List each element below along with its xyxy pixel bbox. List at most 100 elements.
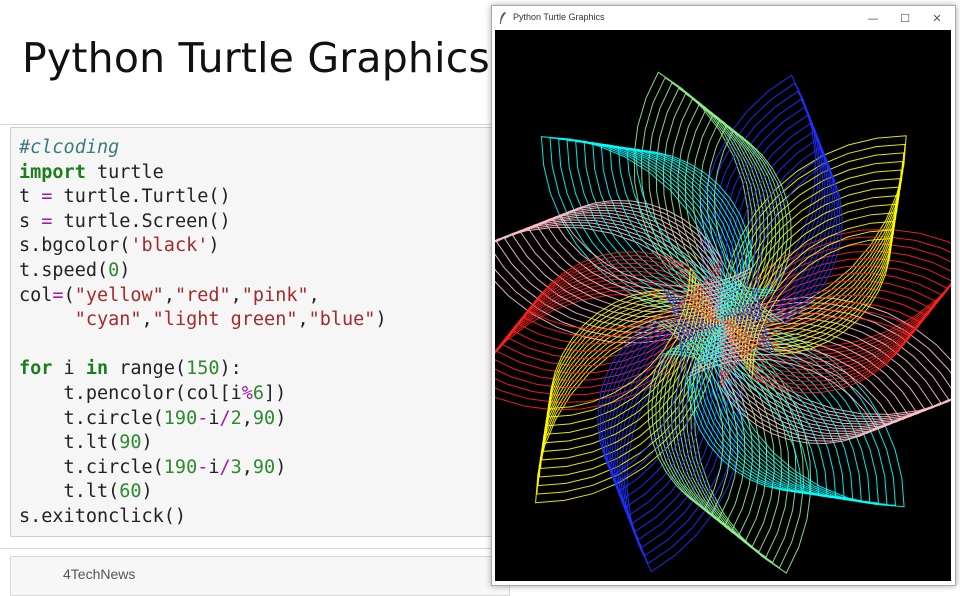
code-token: 'black' (130, 235, 209, 257)
code-line: col=("yellow","red","pink", (19, 284, 387, 309)
code-line: t.lt(60) (19, 480, 387, 505)
code-token: 190 (163, 456, 198, 478)
code-token: 6 (252, 382, 265, 404)
code-token: "blue" (308, 309, 376, 331)
footer-label: 4TechNews (63, 566, 136, 582)
code-token: , (297, 309, 309, 331)
code-panel: #clcoding import turtle t = turtle.Turtle(… (10, 127, 510, 537)
code-line: "cyan","light green","blue") (19, 308, 387, 333)
code-token: ( (63, 284, 75, 306)
slide-title: Python Turtle Graphics (22, 34, 490, 82)
code-token: t.lt( (19, 432, 120, 454)
code-token: 2 (230, 407, 242, 429)
code-line: t.circle(190-i/3,90) (19, 456, 387, 481)
code-token: i (52, 358, 86, 380)
code-token: = (41, 210, 53, 232)
code-token: in (85, 358, 109, 380)
code-token: s.bgcolor( (19, 235, 131, 257)
code-line: #clcoding (19, 136, 387, 161)
code-token: / (219, 456, 231, 478)
code-token: i (208, 407, 220, 429)
code-token: "light green" (152, 309, 298, 331)
code-line: t.speed(0) (19, 259, 387, 284)
code-token: ) (141, 481, 153, 503)
code-token: % (241, 382, 253, 404)
turtle-canvas[interactable] (495, 30, 951, 581)
close-button[interactable]: ✕ (922, 8, 952, 28)
code-token: 150 (186, 358, 220, 380)
code-token: - (197, 407, 209, 429)
code-token: 60 (119, 481, 142, 503)
code-token: ): (219, 358, 242, 380)
code-line: t.pencolor(col[i%6]) (19, 382, 387, 407)
feather-icon (500, 12, 506, 24)
code-line: t.lt(90) (19, 431, 387, 456)
turtle-window[interactable]: Python Turtle Graphics — ☐ ✕ (491, 5, 956, 586)
code-token: = (41, 186, 53, 208)
code-token: ) (208, 235, 220, 257)
code-line: s = turtle.Screen() (19, 210, 387, 235)
code-token: ) (375, 309, 387, 331)
code-token: , (141, 309, 153, 331)
code-token: #clcoding (19, 137, 120, 158)
code-token: s.exitonclick() (19, 505, 187, 527)
code-token: - (197, 456, 209, 478)
code-token: , (308, 284, 320, 306)
code-token: , (163, 284, 175, 306)
code-token: = (52, 284, 64, 306)
code-token: 190 (163, 407, 198, 429)
turtle-drawing (495, 71, 951, 574)
code-token: , (230, 284, 242, 306)
code-token: "red" (174, 284, 231, 306)
code-token: turtle.Turtle() (52, 186, 231, 208)
footer-divider (0, 548, 520, 549)
code-token: 90 (119, 432, 142, 454)
footer-bar: 4TechNews (10, 556, 510, 596)
code-token: ) (119, 259, 131, 281)
code-token: "yellow" (74, 284, 164, 306)
code-token: turtle.Screen() (52, 210, 231, 232)
code-token: s (19, 210, 42, 232)
code-token: for (19, 358, 53, 380)
minimize-button[interactable]: — (858, 8, 888, 28)
code-line: t.circle(190-i/2,90) (19, 407, 387, 432)
code-token: 0 (108, 259, 120, 281)
code-token: col (19, 284, 53, 306)
turtle-stroke (543, 204, 748, 298)
window-title: Python Turtle Graphics (513, 12, 605, 22)
code-token: ) (275, 456, 287, 478)
code-token: t.circle( (19, 407, 164, 429)
minimize-icon: — (867, 11, 879, 25)
code-token: ]) (264, 382, 287, 404)
code-token: range( (108, 358, 187, 380)
code-line: s.bgcolor('black') (19, 234, 387, 259)
window-titlebar[interactable]: Python Turtle Graphics — ☐ ✕ (492, 6, 955, 30)
maximize-button[interactable]: ☐ (890, 8, 920, 28)
code-token: t (19, 186, 42, 208)
code-token: t.pencolor(col[i (19, 382, 242, 404)
code-token: i (208, 456, 220, 478)
code-token: t.circle( (19, 456, 164, 478)
code-token: t.speed( (19, 259, 109, 281)
code-token: "cyan" (74, 309, 142, 331)
code-token: , (241, 407, 253, 429)
code-token: import (19, 161, 86, 183)
code-line: s.exitonclick() (19, 505, 387, 530)
code-token: , (241, 456, 253, 478)
maximize-icon: ☐ (900, 11, 910, 25)
code-token: 90 (252, 407, 276, 429)
code-line: for i in range(150): (19, 357, 387, 382)
title-divider (0, 124, 520, 125)
code-line: import turtle (19, 161, 387, 186)
code-token: 3 (230, 456, 242, 478)
code-token: "pink" (241, 284, 309, 306)
code-token: 90 (252, 456, 276, 478)
code-token: ) (275, 407, 287, 429)
code-listing: #clcoding import turtle t = turtle.Turtle(… (19, 136, 387, 530)
code-token: turtle (85, 161, 164, 183)
code-token: / (219, 407, 231, 429)
code-line: t = turtle.Turtle() (19, 185, 387, 210)
code-token: t.lt( (19, 481, 120, 503)
